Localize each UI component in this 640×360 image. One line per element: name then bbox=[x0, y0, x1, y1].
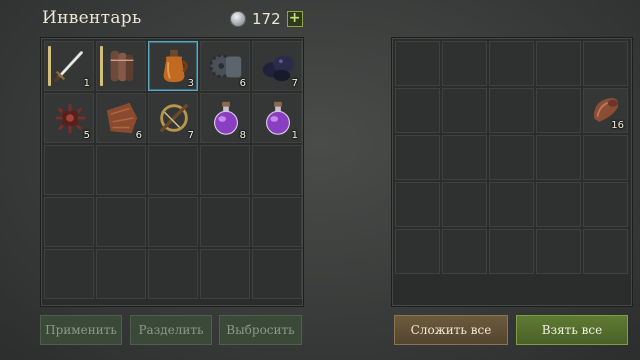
inventory-slot[interactable] bbox=[200, 145, 250, 195]
stash-slot[interactable] bbox=[442, 229, 487, 274]
item-quantity: 7 bbox=[187, 130, 194, 141]
stash-slot[interactable] bbox=[583, 229, 628, 274]
item-quantity: 6 bbox=[239, 78, 246, 89]
stash-slot[interactable] bbox=[536, 229, 581, 274]
item-quantity: 7 bbox=[291, 78, 298, 89]
item-quantity: 16 bbox=[611, 120, 624, 131]
stash-slot[interactable] bbox=[489, 135, 534, 180]
inventory-slot[interactable] bbox=[96, 145, 146, 195]
stash-slot[interactable] bbox=[395, 41, 440, 86]
inventory-grid: 1 3 6 7 5 6 7 8 1 bbox=[44, 41, 302, 299]
inventory-slot[interactable] bbox=[252, 197, 302, 247]
currency-display: 172 + bbox=[230, 8, 303, 30]
inventory-slot[interactable] bbox=[252, 145, 302, 195]
stash-slot[interactable]: 16 bbox=[583, 88, 628, 133]
inventory-slot[interactable]: 1 bbox=[44, 41, 94, 91]
stash-slot[interactable] bbox=[536, 41, 581, 86]
item-quantity: 3 bbox=[187, 78, 194, 89]
stash-slot[interactable] bbox=[583, 41, 628, 86]
stash-slot[interactable] bbox=[395, 229, 440, 274]
stash-slot[interactable] bbox=[395, 182, 440, 227]
stash-slot[interactable] bbox=[442, 135, 487, 180]
stash-slot[interactable] bbox=[536, 135, 581, 180]
stack-all-button[interactable]: Сложить все bbox=[394, 315, 508, 345]
inventory-slot[interactable] bbox=[96, 41, 146, 91]
inventory-slot[interactable]: 7 bbox=[148, 93, 198, 143]
item-quantity: 1 bbox=[83, 78, 90, 89]
item-quantity: 6 bbox=[135, 130, 142, 141]
drop-button[interactable]: Выбросить bbox=[219, 315, 302, 345]
add-coins-button[interactable]: + bbox=[286, 11, 303, 27]
split-button[interactable]: Разделить bbox=[130, 315, 212, 345]
inventory-slot[interactable] bbox=[252, 249, 302, 299]
inventory-slot[interactable] bbox=[44, 249, 94, 299]
inventory-slot[interactable] bbox=[44, 197, 94, 247]
item-quantity: 8 bbox=[239, 130, 246, 141]
inventory-slot[interactable] bbox=[96, 249, 146, 299]
inventory-slot[interactable] bbox=[148, 197, 198, 247]
stash-slot[interactable] bbox=[442, 88, 487, 133]
inventory-slot[interactable]: 7 bbox=[252, 41, 302, 91]
coin-count: 172 bbox=[252, 10, 281, 28]
inventory-slot[interactable] bbox=[148, 249, 198, 299]
leather-bundle-icon bbox=[103, 46, 141, 86]
inventory-title: Инвентарь bbox=[42, 8, 142, 28]
take-all-button[interactable]: Взять все bbox=[516, 315, 628, 345]
stash-slot[interactable] bbox=[395, 135, 440, 180]
stash-grid: 16 bbox=[395, 41, 628, 274]
inventory-slot[interactable]: 6 bbox=[96, 93, 146, 143]
stash-slot[interactable] bbox=[395, 88, 440, 133]
stash-slot[interactable] bbox=[583, 182, 628, 227]
stash-slot[interactable] bbox=[489, 41, 534, 86]
inventory-slot[interactable] bbox=[96, 197, 146, 247]
stash-slot[interactable] bbox=[489, 182, 534, 227]
inventory-slot[interactable]: 5 bbox=[44, 93, 94, 143]
stash-slot[interactable] bbox=[442, 182, 487, 227]
inventory-panel: 1 3 6 7 5 6 7 8 1 bbox=[40, 37, 304, 307]
stash-slot[interactable] bbox=[489, 229, 534, 274]
inventory-slot[interactable]: 1 bbox=[252, 93, 302, 143]
inventory-slot[interactable]: 6 bbox=[200, 41, 250, 91]
stash-panel: 16 bbox=[391, 37, 633, 307]
stash-slot[interactable] bbox=[442, 41, 487, 86]
item-quantity: 5 bbox=[83, 130, 90, 141]
stash-slot[interactable] bbox=[583, 135, 628, 180]
inventory-slot[interactable]: 8 bbox=[200, 93, 250, 143]
use-button[interactable]: Применить bbox=[40, 315, 122, 345]
stash-slot[interactable] bbox=[489, 88, 534, 133]
silver-coin-icon bbox=[230, 11, 246, 27]
stash-slot[interactable] bbox=[536, 182, 581, 227]
item-quantity: 1 bbox=[291, 130, 298, 141]
inventory-slot[interactable] bbox=[44, 145, 94, 195]
inventory-slot[interactable] bbox=[200, 249, 250, 299]
inventory-slot[interactable] bbox=[200, 197, 250, 247]
stash-slot[interactable] bbox=[536, 88, 581, 133]
inventory-slot[interactable] bbox=[148, 145, 198, 195]
inventory-slot[interactable]: 3 bbox=[148, 41, 198, 91]
